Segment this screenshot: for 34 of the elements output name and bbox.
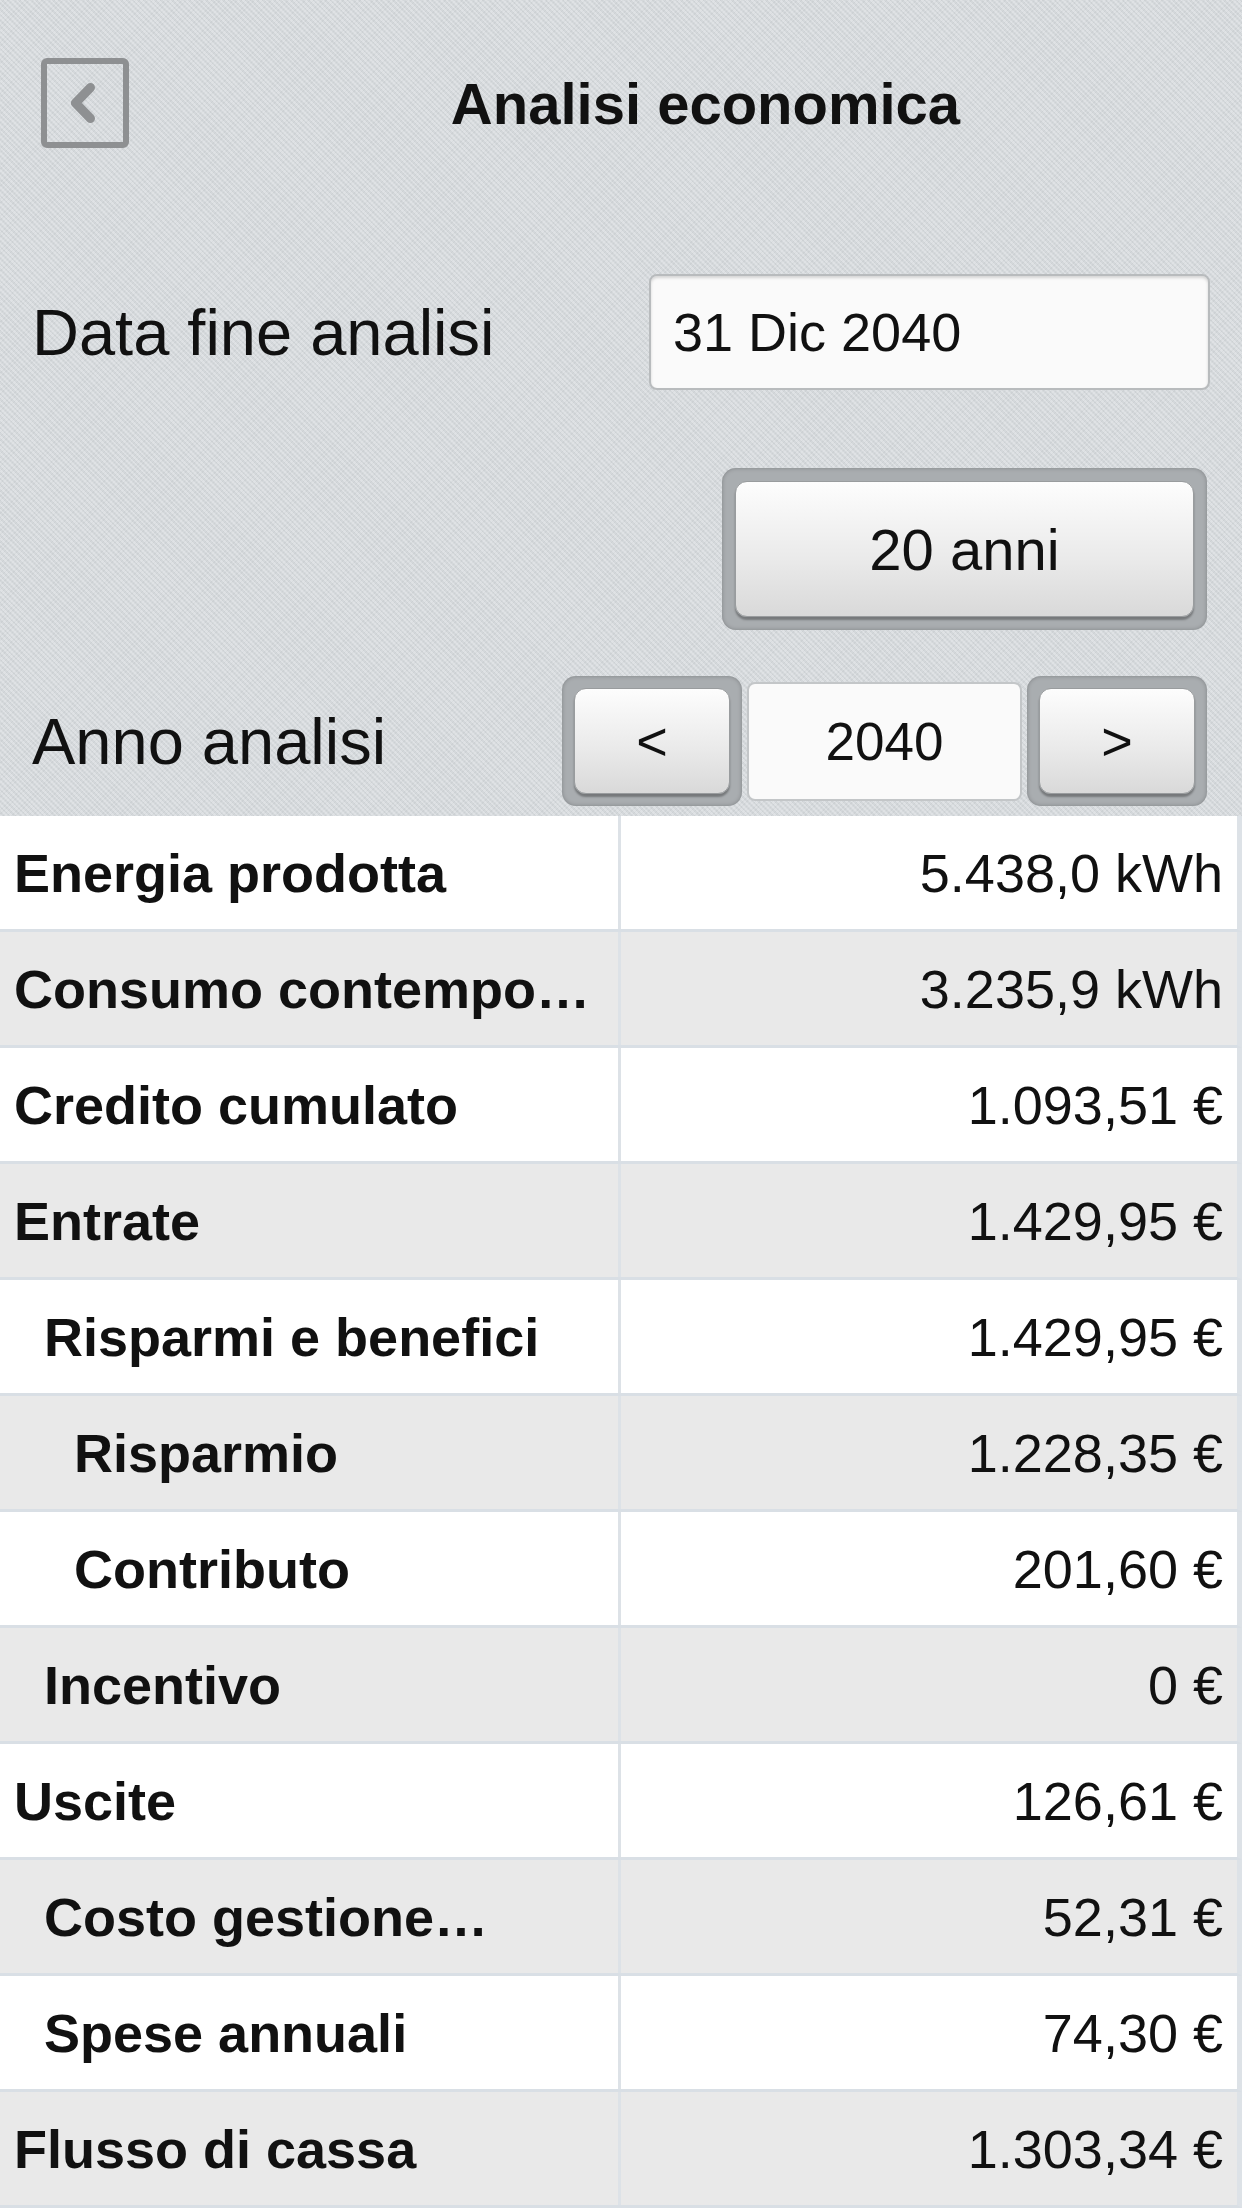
row-value: 0 € (1147, 1653, 1223, 1716)
duration-button[interactable]: 20 anni (722, 468, 1207, 630)
back-button[interactable] (41, 58, 129, 148)
row-value: 1.429,95 € (967, 1189, 1223, 1252)
row-label: Uscite (14, 1769, 177, 1832)
date-field[interactable]: 31 Dic 2040 (649, 274, 1210, 390)
year-label: Anno analisi (32, 703, 387, 779)
row-label: Credito cumulato (14, 1073, 459, 1136)
row-label: Risparmio (74, 1421, 339, 1484)
previous-year-button[interactable]: < (562, 676, 742, 806)
row-value: 3.235,9 kWh (919, 957, 1223, 1020)
year-field[interactable]: 2040 (747, 681, 1022, 801)
screen-title: Analisi economica (450, 70, 961, 136)
chevron-left-icon (71, 83, 95, 123)
row-label: Entrate (14, 1189, 201, 1252)
row-value: 74,30 € (1042, 2001, 1223, 2064)
row-label: Costo gestione… (44, 1885, 489, 1948)
end-date-label: Data fine analisi (32, 294, 495, 370)
row-label: Spese annuali (44, 2001, 408, 2064)
row-label: Incentivo (44, 1653, 282, 1716)
row-value: 1.303,34 € (967, 2117, 1223, 2180)
next-year-button[interactable]: > (1027, 676, 1207, 806)
row-label: Risparmi e benefici (44, 1305, 540, 1368)
row-label: Contributo (74, 1537, 350, 1600)
row-value: 52,31 € (1042, 1885, 1223, 1948)
row-value: 1.228,35 € (967, 1421, 1223, 1484)
row-value: 1.429,95 € (967, 1305, 1223, 1368)
row-label: Energia prodotta (14, 841, 447, 904)
row-label: Consumo contempo… (14, 957, 590, 1020)
row-label: Flusso di cassa (14, 2117, 417, 2180)
row-value: 201,60 € (1012, 1537, 1223, 1600)
row-value: 126,61 € (1012, 1769, 1223, 1832)
row-value: 5.438,0 kWh (919, 841, 1223, 904)
row-value: 1.093,51 € (967, 1073, 1223, 1136)
